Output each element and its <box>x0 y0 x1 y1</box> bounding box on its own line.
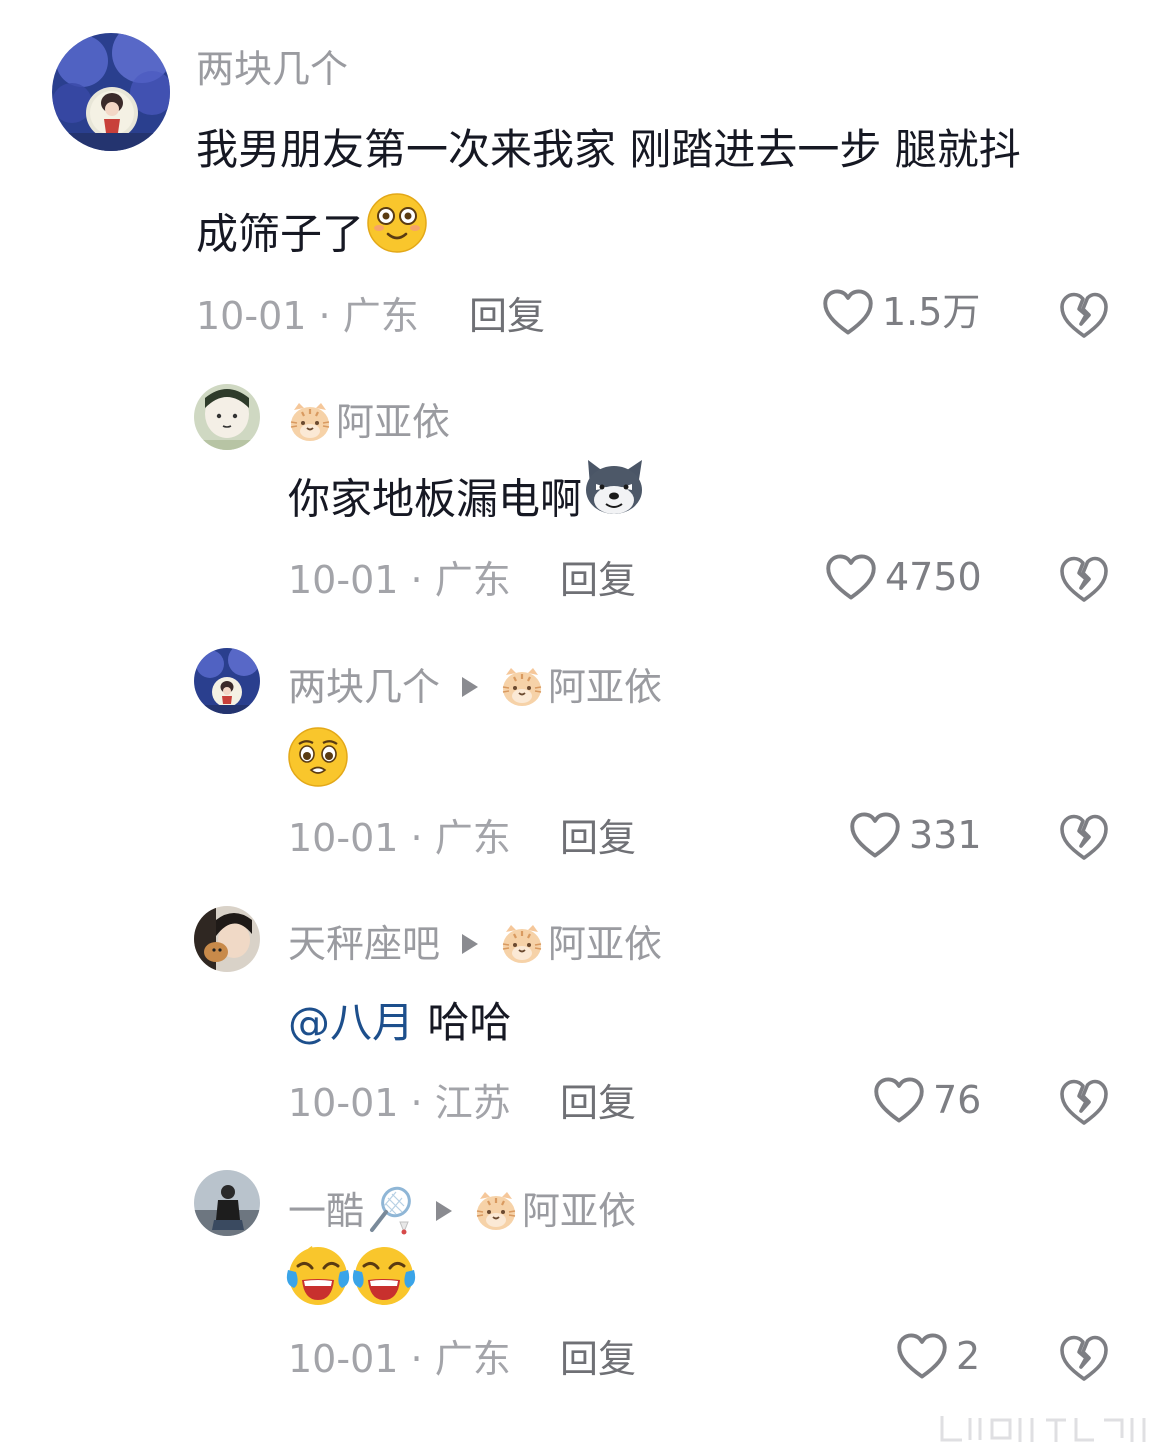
watermark <box>936 1410 1156 1450</box>
comment-date: 10-01 <box>288 816 399 860</box>
comment-meta: 10-01 · 广东 <box>288 561 511 599</box>
reply-to-name[interactable]: 阿亚依 <box>548 925 662 963</box>
comment-location: 广东 <box>342 294 419 338</box>
reply-button[interactable]: 回复 <box>469 297 545 335</box>
comment-location: 广东 <box>434 816 511 860</box>
reply-to-name[interactable]: 阿亚依 <box>522 1192 636 1230</box>
author-name[interactable]: 两块几个 <box>196 50 348 88</box>
avatar[interactable] <box>194 906 260 972</box>
avatar[interactable] <box>194 1170 260 1236</box>
reply-button[interactable]: 回复 <box>560 1340 636 1378</box>
crying-laughing-emoji-icon <box>352 1247 416 1305</box>
play-triangle-icon <box>436 1201 453 1221</box>
broken-heart-icon <box>1058 554 1110 604</box>
comment-text-line: 成筛子了 <box>196 192 1021 282</box>
heart-outline-icon <box>849 811 901 859</box>
comment-emoji <box>287 726 349 792</box>
comment-author[interactable]: 两块几个 <box>196 50 348 88</box>
reply-to-name[interactable]: 阿亚依 <box>548 668 662 706</box>
comment-author[interactable]: 两块几个 阿亚依 <box>288 665 662 709</box>
mention-link[interactable]: @八月 <box>288 998 414 1047</box>
meta-separator: · <box>410 1081 423 1125</box>
author-name[interactable]: 一酷 <box>288 1192 364 1230</box>
meta-separator: · <box>410 1337 423 1381</box>
comment-emoji <box>286 1244 416 1308</box>
broken-heart-icon <box>1058 1077 1110 1127</box>
author-name[interactable]: 天秤座吧 <box>288 925 440 963</box>
dislike-button[interactable] <box>1058 1333 1110 1387</box>
heart-outline-icon <box>896 1332 948 1380</box>
comment-meta: 10-01 · 广东 <box>196 297 419 335</box>
reply-button[interactable]: 回复 <box>560 561 636 599</box>
play-triangle-icon <box>462 934 479 954</box>
broken-heart-icon <box>1058 290 1110 340</box>
dislike-button[interactable] <box>1058 812 1110 866</box>
comment-meta: 10-01 · 广东 <box>288 819 511 857</box>
husky-meme-emoji-icon <box>582 456 646 548</box>
like-count: 1.5万 <box>882 290 981 334</box>
avatar[interactable] <box>52 33 170 151</box>
reply-button[interactable]: 回复 <box>560 819 636 857</box>
comment-text: 我男朋友第一次来我家 刚踏进去一步 腿就抖 成筛子了 <box>196 108 1021 282</box>
meta-separator: · <box>410 558 423 602</box>
comment-location: 广东 <box>434 1337 511 1381</box>
comment-meta: 10-01 · 江苏 <box>288 1084 511 1122</box>
meta-separator: · <box>318 294 331 338</box>
comment-date: 10-01 <box>288 1337 399 1381</box>
heart-outline-icon <box>822 288 874 336</box>
like-count: 331 <box>909 813 982 857</box>
comment-author[interactable]: 阿亚依 <box>288 400 450 444</box>
dislike-button[interactable] <box>1058 1077 1110 1131</box>
broken-heart-icon <box>1058 812 1110 862</box>
avatar[interactable] <box>194 384 260 450</box>
comment-meta: 10-01 · 广东 <box>288 1340 511 1378</box>
crying-laughing-emoji-icon <box>286 1246 350 1305</box>
like-button[interactable]: 1.5万 <box>822 288 980 336</box>
like-button[interactable]: 2 <box>896 1332 980 1380</box>
dislike-button[interactable] <box>1058 554 1110 608</box>
comment-date: 10-01 <box>196 294 307 338</box>
heart-outline-icon <box>873 1076 925 1124</box>
comment-author[interactable]: 一酷 阿亚依 <box>288 1186 636 1236</box>
play-triangle-icon <box>462 677 479 697</box>
comment-location: 广东 <box>434 558 511 602</box>
dazed-face-emoji-icon <box>366 192 428 282</box>
comment-text: 你家地板漏电啊 <box>288 456 646 548</box>
like-button[interactable]: 76 <box>873 1076 981 1124</box>
meta-separator: · <box>410 816 423 860</box>
pleading-face-emoji-icon <box>288 727 348 787</box>
like-count: 2 <box>956 1334 981 1378</box>
author-name[interactable]: 两块几个 <box>288 668 440 706</box>
comment-text: @八月 哈哈 <box>288 998 512 1047</box>
broken-heart-icon <box>1058 1333 1110 1383</box>
author-name[interactable]: 阿亚依 <box>336 403 450 441</box>
avatar[interactable] <box>194 648 260 714</box>
like-button[interactable]: 4750 <box>825 553 982 601</box>
reply-button[interactable]: 回复 <box>560 1084 636 1122</box>
comment-location: 江苏 <box>434 1081 511 1125</box>
like-count: 76 <box>933 1078 982 1122</box>
tiger-face-icon <box>500 665 544 709</box>
comment-date: 10-01 <box>288 1081 399 1125</box>
heart-outline-icon <box>825 553 877 601</box>
dislike-button[interactable] <box>1058 290 1110 344</box>
badminton-racket-icon <box>370 1186 411 1235</box>
like-button[interactable]: 331 <box>849 811 982 859</box>
tiger-face-icon <box>474 1189 518 1233</box>
comment-date: 10-01 <box>288 558 399 602</box>
tiger-face-icon <box>288 400 332 444</box>
comment-text-line: 我男朋友第一次来我家 刚踏进去一步 腿就抖 <box>196 125 1021 174</box>
tiger-face-icon <box>500 922 544 966</box>
comment-author[interactable]: 天秤座吧 阿亚依 <box>288 922 662 966</box>
like-count: 4750 <box>885 555 982 599</box>
